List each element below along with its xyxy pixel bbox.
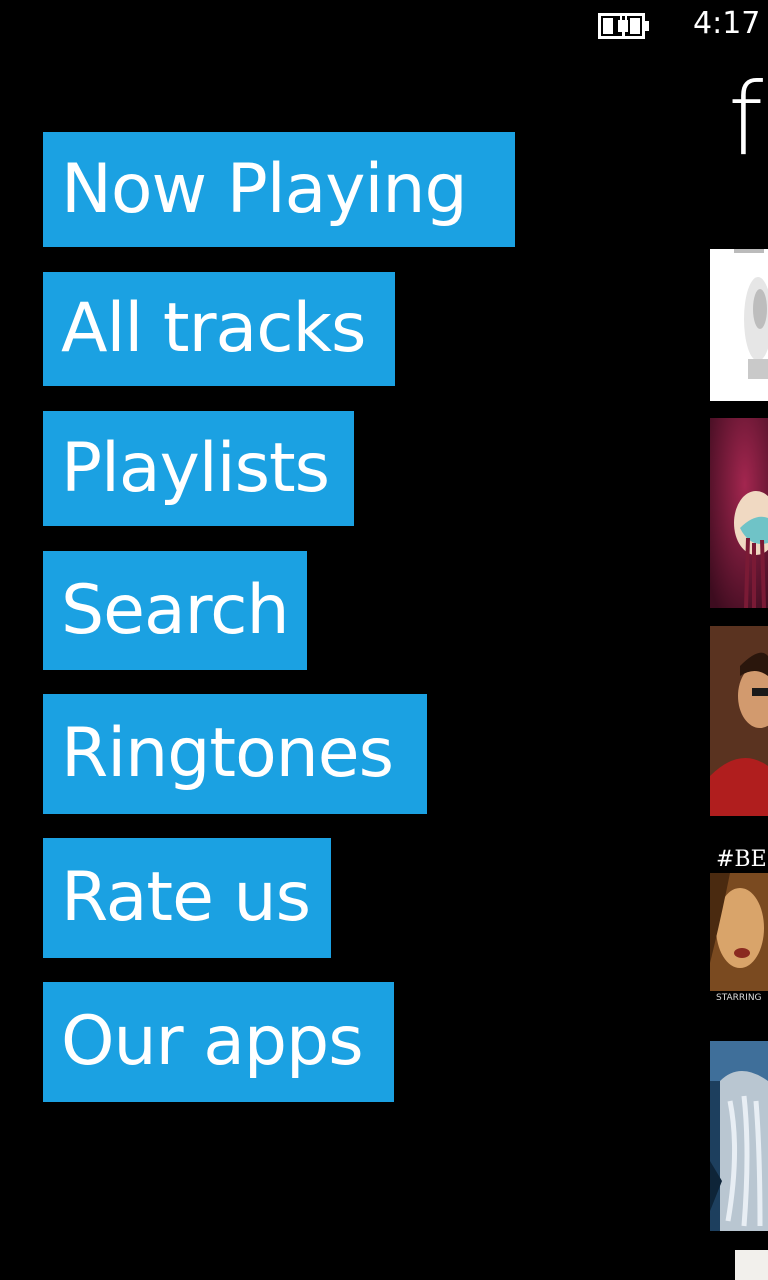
- album-thumbnail[interactable]: [710, 626, 768, 816]
- playlists-button[interactable]: Playlists: [43, 411, 354, 526]
- album-art-image: [710, 873, 768, 991]
- ringtones-button[interactable]: Ringtones: [43, 694, 427, 814]
- all-tracks-label: All tracks: [61, 289, 366, 368]
- clock: 4:17: [693, 6, 761, 41]
- album-thumbnail[interactable]: [710, 418, 768, 608]
- album-starring-text: STARRING: [716, 993, 762, 1003]
- our-apps-label: Our apps: [61, 1002, 364, 1081]
- now-playing-label: Now Playing: [61, 149, 468, 229]
- app-screen: 4:17 fo Now Playing All tracks Playlists…: [0, 0, 768, 1280]
- page-title: fo: [728, 61, 768, 178]
- rate-us-label: Rate us: [61, 858, 311, 937]
- battery-charging-icon: [598, 13, 649, 39]
- album-thumbnail[interactable]: [710, 249, 768, 401]
- album-art-image: [710, 1041, 768, 1231]
- album-hashtag-text: #BE: [716, 847, 767, 872]
- album-thumbnail[interactable]: [735, 1250, 768, 1280]
- playlists-label: Playlists: [61, 428, 330, 508]
- rate-us-button[interactable]: Rate us: [43, 838, 331, 958]
- album-art-image: [710, 626, 768, 816]
- search-label: Search: [61, 570, 290, 650]
- status-bar: 4:17: [0, 0, 768, 48]
- album-art-image: [710, 249, 768, 401]
- our-apps-button[interactable]: Our apps: [43, 982, 394, 1102]
- search-button[interactable]: Search: [43, 551, 307, 670]
- album-art-image: [710, 418, 768, 608]
- album-thumbnail[interactable]: [710, 1041, 768, 1231]
- now-playing-button[interactable]: Now Playing: [43, 132, 515, 247]
- ringtones-label: Ringtones: [61, 714, 394, 793]
- all-tracks-button[interactable]: All tracks: [43, 272, 395, 386]
- album-thumbnail[interactable]: #BE STARRING: [710, 843, 768, 1005]
